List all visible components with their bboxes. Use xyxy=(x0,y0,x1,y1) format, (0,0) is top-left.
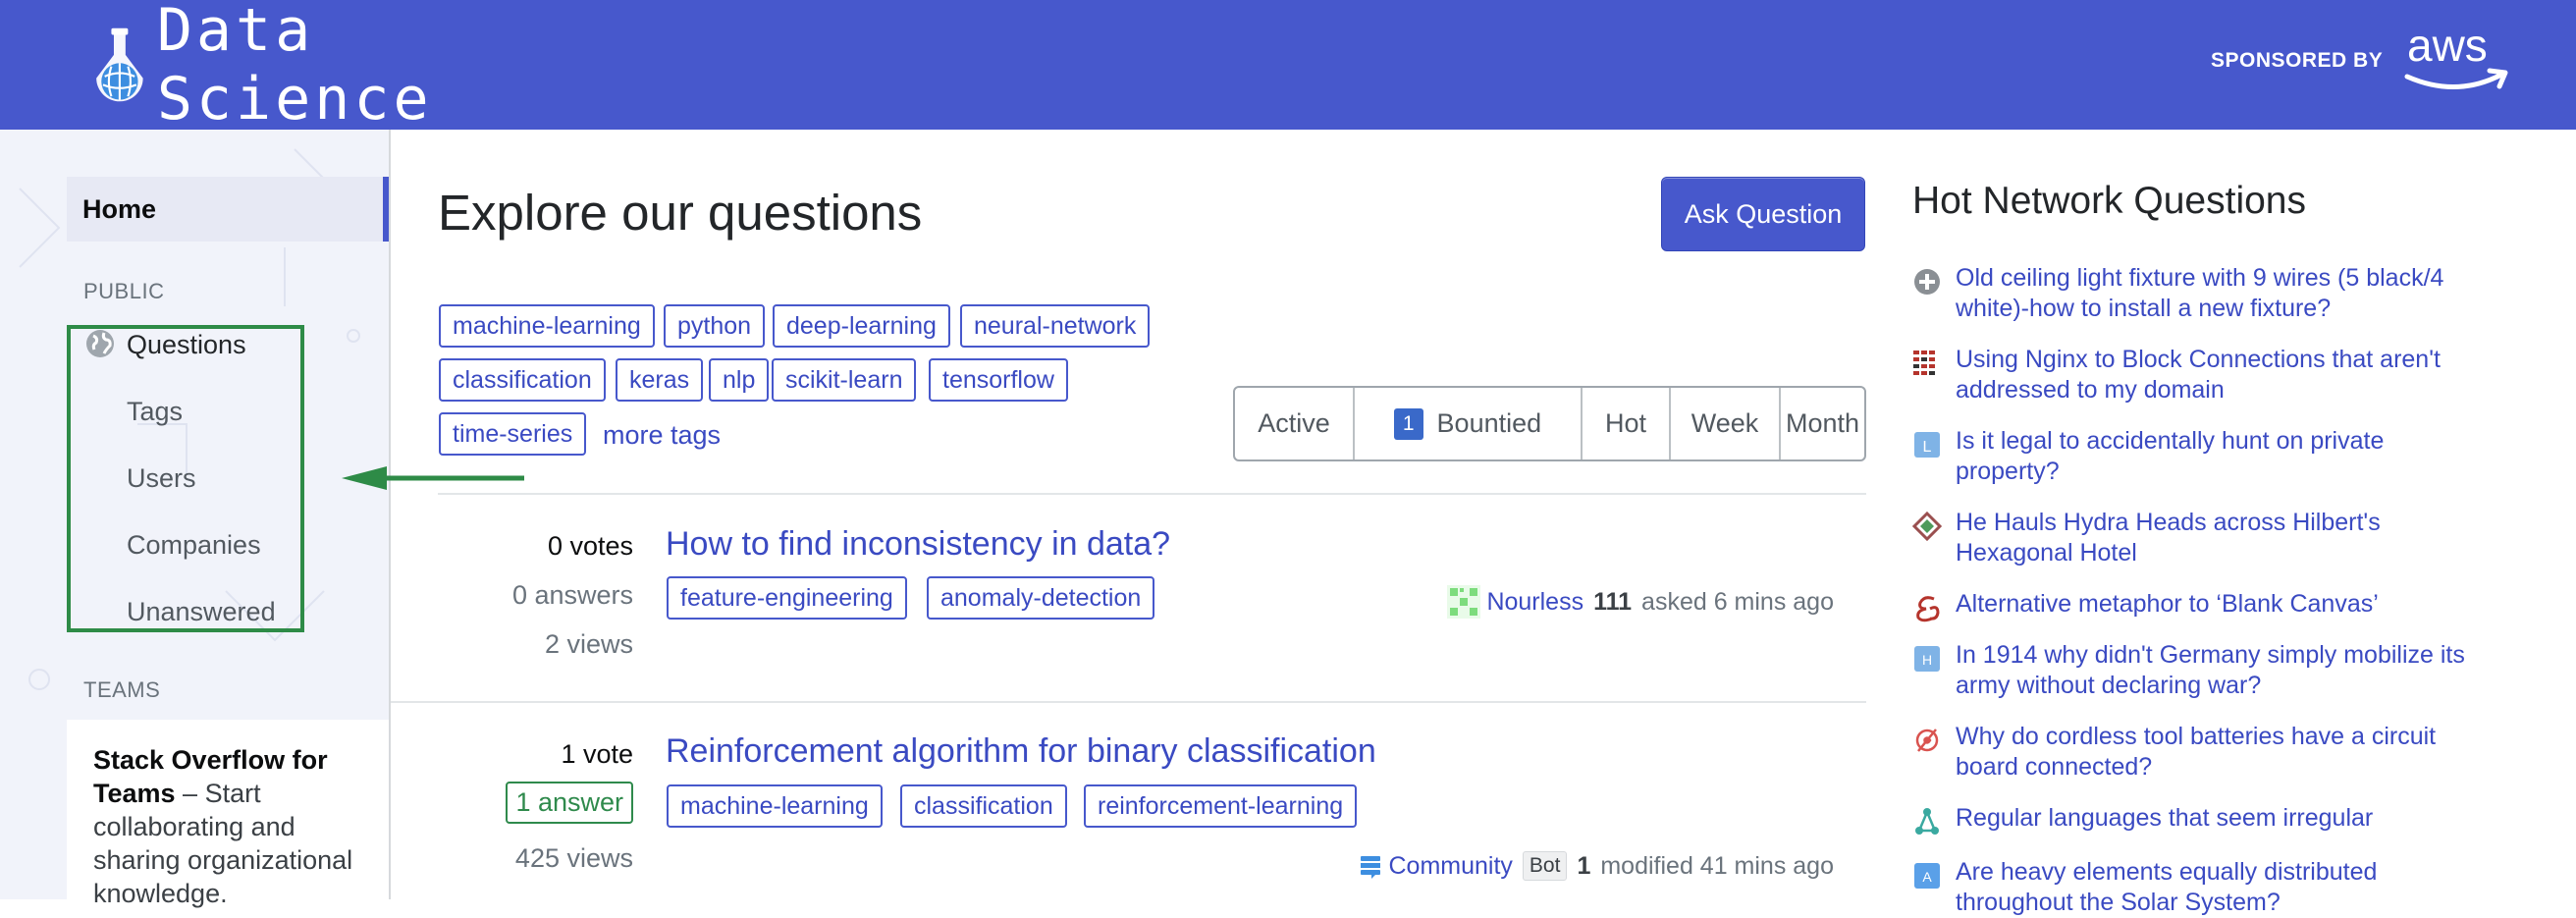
filter-week-label: Week xyxy=(1690,408,1759,438)
aws-logo-icon[interactable]: aws xyxy=(2403,20,2511,98)
hnq-link[interactable]: He Hauls Hydra Heads across Hilbert's He… xyxy=(1956,508,2486,568)
hnq-link[interactable]: Regular languages that seem irregular xyxy=(1956,803,2486,834)
ask-question-button[interactable]: Ask Question xyxy=(1661,177,1865,251)
question-1-meta: Nourless 111 asked 6 mins ago xyxy=(1447,585,1834,619)
teams-promo-card[interactable]: Stack Overflow for Teams – Start collabo… xyxy=(67,720,389,908)
server-fault-icon xyxy=(1913,351,1935,375)
question-1-user[interactable]: Nourless xyxy=(1486,588,1583,617)
tag-python[interactable]: python xyxy=(664,304,766,348)
hnq-link[interactable]: Using Nginx to Block Connections that ar… xyxy=(1956,345,2486,405)
question-2-votes: 1 vote xyxy=(561,739,633,769)
question-2-title[interactable]: Reinforcement algorithm for binary class… xyxy=(666,732,1376,771)
filter-bountied[interactable]: 1 Bountied xyxy=(1355,388,1583,459)
question-2-rep: 1 xyxy=(1577,851,1591,880)
question-2-tag-reinforcement-learning[interactable]: reinforcement-learning xyxy=(1084,784,1358,828)
annotation-highlight-box xyxy=(67,325,304,632)
question-1-votes: 0 votes xyxy=(547,531,633,561)
flask-logo-icon xyxy=(96,27,143,102)
question-1-rep: 111 xyxy=(1593,587,1633,616)
sponsor-label: SPONSORED BY xyxy=(2211,49,2384,72)
law-site-icon: L xyxy=(1914,432,1940,458)
tag-nlp[interactable]: nlp xyxy=(709,358,770,402)
tag-keras[interactable]: keras xyxy=(616,358,704,402)
hnq-link[interactable]: Why do cordless tool batteries have a ci… xyxy=(1956,722,2486,783)
page-title: Explore our questions xyxy=(438,185,923,241)
filter-active[interactable]: Active xyxy=(1235,388,1355,459)
site-name: Data Science xyxy=(156,0,433,134)
question-1-title[interactable]: How to find inconsistency in data? xyxy=(666,525,1170,564)
svg-text:L: L xyxy=(1923,439,1932,456)
svg-text:A: A xyxy=(1922,869,1932,885)
more-tags-link[interactable]: more tags xyxy=(603,420,721,451)
hnq-link[interactable]: Is it legal to accidentally hunt on priv… xyxy=(1956,426,2486,487)
teams-label: TEAMS xyxy=(83,677,161,702)
bounty-count-badge: 1 xyxy=(1393,407,1423,440)
filter-week[interactable]: Week xyxy=(1671,388,1781,459)
question-2-meta: Community Bot 1 modified 41 mins ago xyxy=(1358,851,1834,881)
tag-scikit-learn[interactable]: scikit-learn xyxy=(772,358,917,402)
list-divider xyxy=(438,493,1866,495)
question-1-tag-anomaly-detection[interactable]: anomaly-detection xyxy=(927,576,1155,620)
filter-hot-label: Hot xyxy=(1604,408,1647,438)
question-2-action: modified 41 mins ago xyxy=(1600,851,1834,880)
question-2-answers: 1 answer xyxy=(506,782,633,824)
site-header: Data Science SPONSORED BY aws xyxy=(0,0,2576,134)
astronomy-site-icon: A xyxy=(1914,863,1940,889)
english-site-icon xyxy=(1916,596,1940,622)
tag-neural-network[interactable]: neural-network xyxy=(960,304,1151,348)
tag-machine-learning[interactable]: machine-learning xyxy=(439,304,655,348)
hnq-link[interactable]: Alternative metaphor to ‘Blank Canvas’ xyxy=(1956,589,2486,620)
tag-time-series[interactable]: time-series xyxy=(439,412,587,456)
history-site-icon: H xyxy=(1914,646,1940,672)
question-2-tag-machine-learning[interactable]: machine-learning xyxy=(667,784,883,828)
site-logo[interactable]: Data Science xyxy=(86,0,558,134)
user-avatar-icon[interactable] xyxy=(1447,585,1481,619)
question-1-views: 2 views xyxy=(544,629,633,659)
sponsor-name: aws xyxy=(2407,20,2488,71)
puzzling-site-icon xyxy=(1912,512,1942,541)
question-filter-tabs: Active 1 Bountied Hot Week Month xyxy=(1233,386,1866,461)
nav-home[interactable]: Home xyxy=(67,177,389,242)
stack-exchange-icon xyxy=(1360,856,1380,879)
filter-month[interactable]: Month xyxy=(1781,388,1864,459)
list-divider xyxy=(391,701,1866,703)
filter-hot[interactable]: Hot xyxy=(1583,388,1671,459)
question-1-action: asked 6 mins ago xyxy=(1641,587,1834,616)
hnq-link[interactable]: In 1914 why didn't Germany simply mobili… xyxy=(1956,640,2486,701)
filter-month-label: Month xyxy=(1785,408,1860,438)
filter-bountied-label: Bountied xyxy=(1436,408,1542,438)
diy-site-icon xyxy=(1914,269,1940,295)
filter-active-label: Active xyxy=(1258,408,1330,438)
tag-tensorflow[interactable]: tensorflow xyxy=(929,358,1068,402)
question-1-answers: 0 answers xyxy=(511,580,633,610)
hot-network-title: Hot Network Questions xyxy=(1912,180,2306,222)
svg-text:H: H xyxy=(1922,652,1932,668)
question-2-tag-classification[interactable]: classification xyxy=(900,784,1067,828)
cs-site-icon xyxy=(1915,808,1939,835)
public-label: PUBLIC xyxy=(83,279,165,303)
tag-classification[interactable]: classification xyxy=(439,358,606,402)
hnq-link[interactable]: Old ceiling light fixture with 9 wires (… xyxy=(1956,263,2486,324)
electronics-site-icon xyxy=(1915,729,1939,752)
tag-deep-learning[interactable]: deep-learning xyxy=(773,304,950,348)
bot-badge: Bot xyxy=(1522,851,1568,881)
hnq-link[interactable]: Are heavy elements equally distributed t… xyxy=(1956,857,2486,918)
question-2-views: 425 views xyxy=(514,843,633,873)
question-2-user[interactable]: Community xyxy=(1389,852,1513,881)
question-1-tag-feature-engineering[interactable]: feature-engineering xyxy=(667,576,907,620)
annotation-arrow-icon xyxy=(342,466,524,490)
